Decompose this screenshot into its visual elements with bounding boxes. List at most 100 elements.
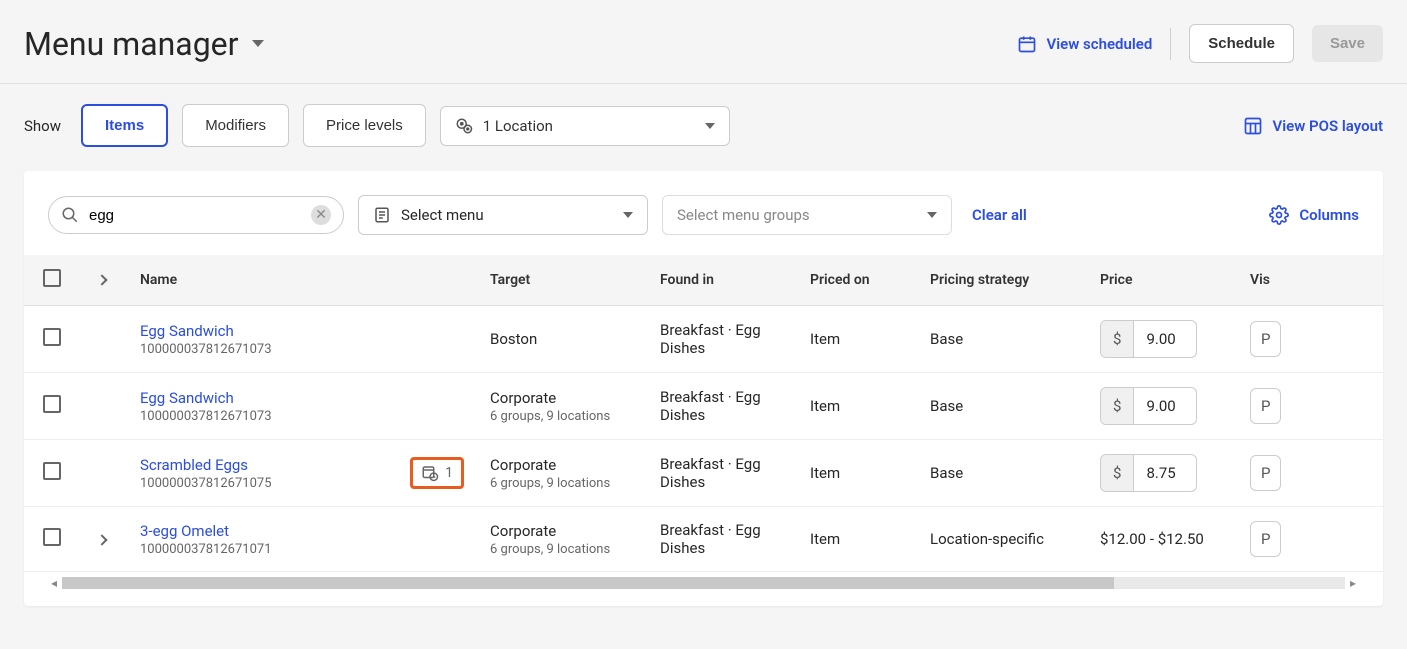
table-scroll[interactable]: Name Target Found in Priced on Pricing s… bbox=[24, 255, 1383, 572]
priced-on-value: Item bbox=[794, 507, 914, 572]
col-found-in: Found in bbox=[644, 255, 794, 306]
search-input-wrap[interactable]: ✕ bbox=[48, 196, 344, 234]
clear-all-link[interactable]: Clear all bbox=[972, 206, 1027, 224]
location-select[interactable]: 1 Location bbox=[440, 106, 730, 146]
save-button: Save bbox=[1312, 25, 1383, 62]
target-sub: 6 groups, 9 locations bbox=[490, 542, 628, 557]
found-in-value: Breakfast · Egg Dishes bbox=[644, 440, 794, 507]
item-id: 100000037812671073 bbox=[140, 409, 458, 424]
clear-search-icon[interactable]: ✕ bbox=[311, 205, 331, 225]
price-range: $12.00 - $12.50 bbox=[1100, 530, 1204, 548]
scroll-thumb[interactable] bbox=[62, 577, 1114, 589]
found-in-value: Breakfast · Egg Dishes bbox=[644, 507, 794, 572]
chevron-down-icon bbox=[927, 212, 937, 218]
target-value: Corporate bbox=[490, 389, 628, 407]
target-value: Corporate bbox=[490, 456, 628, 474]
expand-all-icon[interactable] bbox=[96, 274, 107, 285]
tab-items[interactable]: Items bbox=[81, 104, 168, 147]
found-in-value: Breakfast · Egg Dishes bbox=[644, 306, 794, 373]
horizontal-scrollbar[interactable]: ◂ ▸ bbox=[24, 572, 1383, 590]
pricing-strategy-value: Location-specific bbox=[914, 507, 1084, 572]
pricing-strategy-value: Base bbox=[914, 306, 1084, 373]
currency-symbol: $ bbox=[1101, 388, 1134, 424]
scroll-left-arrow-icon[interactable]: ◂ bbox=[48, 576, 60, 590]
calendar-clock-icon bbox=[421, 464, 439, 482]
col-price: Price bbox=[1084, 255, 1234, 306]
price-value: 8.75 bbox=[1134, 455, 1196, 491]
row-checkbox[interactable] bbox=[43, 462, 61, 480]
price-value: 9.00 bbox=[1134, 388, 1196, 424]
menu-icon bbox=[373, 206, 391, 224]
schedule-button[interactable]: Schedule bbox=[1189, 24, 1294, 63]
select-groups-placeholder: Select menu groups bbox=[677, 206, 810, 224]
visibility-button[interactable]: P bbox=[1250, 321, 1281, 357]
scroll-track[interactable] bbox=[62, 577, 1345, 589]
row-checkbox[interactable] bbox=[43, 528, 61, 546]
gear-icon bbox=[1269, 205, 1289, 225]
tab-price-levels[interactable]: Price levels bbox=[303, 104, 426, 147]
columns-link[interactable]: Columns bbox=[1269, 205, 1359, 225]
table-row: Scrambled Eggs1000000378126710751Corpora… bbox=[24, 440, 1383, 507]
target-sub: 6 groups, 9 locations bbox=[490, 476, 628, 491]
select-menu[interactable]: Select menu bbox=[358, 195, 648, 235]
col-target: Target bbox=[474, 255, 644, 306]
priced-on-value: Item bbox=[794, 373, 914, 440]
visibility-button[interactable]: P bbox=[1250, 455, 1281, 491]
item-name-link[interactable]: Egg Sandwich bbox=[140, 389, 458, 407]
visibility-button[interactable]: P bbox=[1250, 521, 1281, 557]
currency-symbol: $ bbox=[1101, 455, 1134, 491]
item-id: 100000037812671071 bbox=[140, 542, 458, 557]
col-priced-on: Priced on bbox=[794, 255, 914, 306]
page-title: Menu manager bbox=[24, 25, 238, 63]
view-pos-link[interactable]: View POS layout bbox=[1243, 116, 1383, 136]
select-menu-groups[interactable]: Select menu groups bbox=[662, 195, 952, 235]
price-input[interactable]: $8.75 bbox=[1100, 454, 1197, 492]
title-dropdown-caret-icon[interactable] bbox=[252, 40, 264, 47]
view-scheduled-label: View scheduled bbox=[1047, 35, 1153, 53]
table-row: Egg Sandwich 100000037812671073 Corporate 6… bbox=[24, 373, 1383, 440]
grid-layout-icon bbox=[1243, 116, 1263, 136]
search-input[interactable] bbox=[79, 207, 311, 224]
visibility-button[interactable]: P bbox=[1250, 388, 1281, 424]
price-input[interactable]: $9.00 bbox=[1100, 320, 1197, 358]
divider bbox=[1170, 28, 1171, 60]
priced-on-value: Item bbox=[794, 440, 914, 507]
scheduled-badge[interactable]: 1 bbox=[410, 457, 464, 489]
scheduled-count: 1 bbox=[445, 465, 453, 481]
item-name-link[interactable]: Egg Sandwich bbox=[140, 322, 458, 340]
page-header: Menu manager View scheduled Schedule Sav… bbox=[0, 0, 1407, 84]
view-scheduled-link[interactable]: View scheduled bbox=[1017, 34, 1153, 54]
show-label: Show bbox=[24, 117, 61, 135]
chevron-down-icon bbox=[705, 123, 715, 129]
panel-toolbar: ✕ Select menu Select menu groups Clear a… bbox=[24, 195, 1383, 255]
priced-on-value: Item bbox=[794, 306, 914, 373]
view-pos-label: View POS layout bbox=[1273, 117, 1383, 135]
item-id: 100000037812671073 bbox=[140, 342, 458, 357]
columns-label: Columns bbox=[1299, 206, 1359, 224]
price-input[interactable]: $9.00 bbox=[1100, 387, 1197, 425]
expand-row-icon[interactable] bbox=[96, 534, 107, 545]
select-menu-label: Select menu bbox=[401, 206, 484, 224]
table-row: 3-egg Omelet100000037812671071Corporate6… bbox=[24, 507, 1383, 572]
pricing-strategy-value: Base bbox=[914, 440, 1084, 507]
scroll-right-arrow-icon[interactable]: ▸ bbox=[1347, 576, 1359, 590]
filter-row: Show Items Modifiers Price levels 1 Loca… bbox=[0, 84, 1407, 171]
items-table: Name Target Found in Priced on Pricing s… bbox=[24, 255, 1383, 572]
col-pricing-strategy: Pricing strategy bbox=[914, 255, 1084, 306]
table-row: Egg Sandwich100000037812671073BostonBrea… bbox=[24, 306, 1383, 373]
chevron-down-icon bbox=[623, 212, 633, 218]
select-all-checkbox[interactable] bbox=[43, 269, 61, 287]
col-visibility: Vis bbox=[1234, 255, 1383, 306]
found-in-value: Breakfast · Egg Dishes bbox=[644, 373, 794, 440]
location-select-label: 1 Location bbox=[483, 117, 553, 135]
pricing-strategy-value: Base bbox=[914, 373, 1084, 440]
search-icon bbox=[61, 206, 79, 224]
row-checkbox[interactable] bbox=[43, 395, 61, 413]
target-sub: 6 groups, 9 locations bbox=[490, 409, 628, 424]
row-checkbox[interactable] bbox=[43, 328, 61, 346]
calendar-icon bbox=[1017, 34, 1037, 54]
item-name-link[interactable]: 3-egg Omelet bbox=[140, 522, 458, 540]
tab-modifiers[interactable]: Modifiers bbox=[182, 104, 289, 147]
col-name: Name bbox=[124, 255, 474, 306]
location-pin-icon bbox=[455, 117, 473, 135]
